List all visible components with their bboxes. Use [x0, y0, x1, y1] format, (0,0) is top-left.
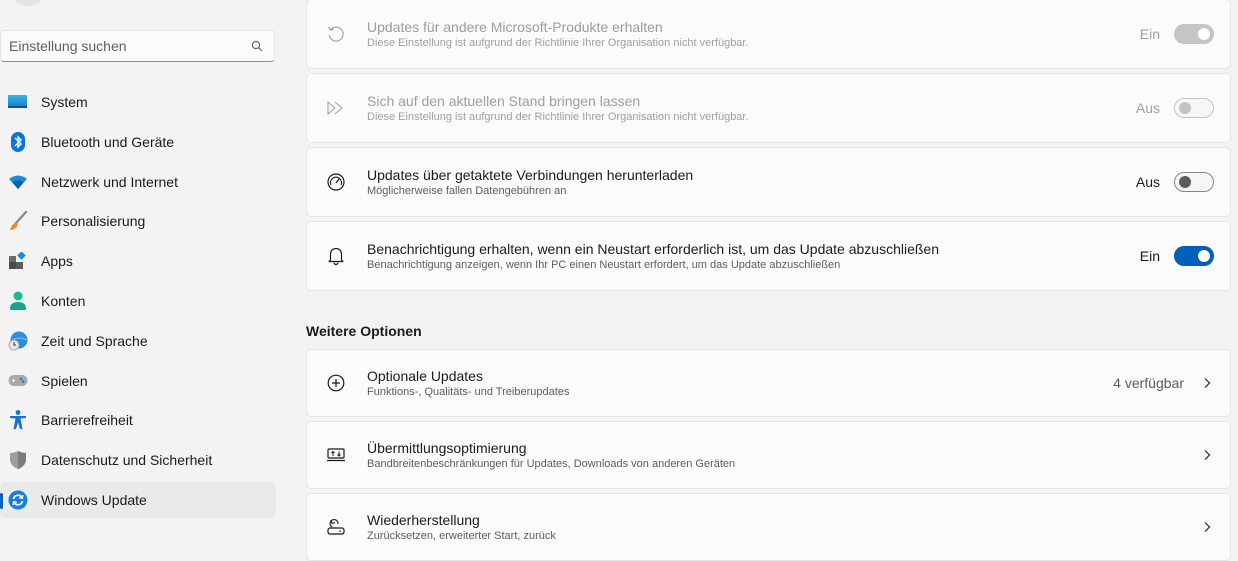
shield-icon — [8, 450, 28, 470]
chevron-right-icon — [1202, 376, 1212, 390]
toggle-knob — [1179, 176, 1191, 188]
get-up-to-date-toggle[interactable] — [1174, 98, 1214, 118]
sidebar: System Bluetooth und Geräte Netzwerk und… — [0, 0, 290, 561]
sidebar-item-label: Spielen — [41, 372, 88, 389]
sidebar-item-label: Apps — [41, 253, 73, 270]
setting-metered-connections: Updates über getaktete Verbindungen heru… — [306, 147, 1231, 217]
available-count-badge: 4 verfügbar — [1113, 375, 1184, 391]
setting-other-microsoft-products: Updates für andere Microsoft-Produkte er… — [306, 0, 1231, 69]
settings-search-input[interactable] — [9, 38, 250, 54]
search-icon[interactable] — [250, 39, 264, 53]
sidebar-item-label: Zeit und Sprache — [41, 332, 148, 349]
sidebar-item-label: Personalisierung — [41, 213, 146, 230]
sidebar-item-label: Windows Update — [41, 491, 147, 508]
option-subtitle: Funktions-, Qualitäts- und Treiberupdate… — [367, 386, 570, 398]
sidebar-item-label: Datenschutz und Sicherheit — [41, 452, 213, 469]
restart-notification-toggle[interactable] — [1174, 246, 1214, 266]
delivery-optimization-link[interactable]: Übermittlungsoptimierung Bandbreitenbesc… — [306, 421, 1231, 489]
sidebar-item-network[interactable]: Netzwerk und Internet — [0, 164, 276, 200]
sidebar-item-apps[interactable]: Apps — [0, 243, 276, 279]
fast-forward-icon — [326, 98, 346, 118]
option-subtitle: Bandbreitenbeschränkungen für Updates, D… — [367, 458, 736, 470]
option-title: Wiederherstellung — [367, 512, 480, 528]
bell-icon — [326, 246, 346, 266]
toggle-state-label: Aus — [1135, 100, 1160, 116]
sidebar-item-bluetooth[interactable]: Bluetooth und Geräte — [0, 124, 276, 160]
sidebar-item-windows-update[interactable]: Windows Update — [0, 481, 276, 518]
recovery-icon — [326, 517, 346, 537]
option-title: Optionale Updates — [367, 368, 483, 384]
sidebar-item-accessibility[interactable]: Barrierefreiheit — [0, 402, 276, 438]
gamepad-icon — [8, 371, 28, 391]
user-avatar[interactable] — [8, 0, 48, 6]
apps-icon — [8, 251, 28, 271]
account-icon — [8, 291, 28, 311]
setting-title: Benachrichtigung erhalten, wenn ein Neus… — [367, 241, 939, 257]
sidebar-item-gaming[interactable]: Spielen — [0, 363, 276, 399]
toggle-state-label: Aus — [1135, 174, 1160, 190]
plus-circle-icon — [326, 373, 346, 393]
setting-subtitle: Diese Einstellung ist aufgrund der Richt… — [367, 111, 749, 123]
toggle-knob — [1198, 250, 1210, 262]
sidebar-item-personalization[interactable]: Personalisierung — [0, 203, 276, 239]
sidebar-item-label: System — [41, 94, 88, 110]
wifi-icon — [8, 172, 28, 192]
setting-subtitle: Diese Einstellung ist aufgrund der Richt… — [367, 37, 749, 49]
history-icon — [326, 24, 346, 44]
speedometer-icon — [326, 172, 346, 192]
sidebar-nav: System Bluetooth und Geräte Netzwerk und… — [0, 84, 276, 522]
setting-title: Updates über getaktete Verbindungen heru… — [367, 167, 694, 183]
setting-get-up-to-date: Sich auf den aktuellen Stand bringen las… — [306, 73, 1231, 143]
windows-update-icon — [8, 490, 28, 510]
toggle-knob — [1179, 102, 1191, 114]
paintbrush-icon — [8, 211, 28, 231]
recovery-link[interactable]: Wiederherstellung Zurücksetzen, erweiter… — [306, 493, 1231, 561]
delivery-optimization-icon — [326, 445, 346, 465]
accessibility-icon — [8, 410, 28, 430]
globe-clock-icon — [8, 331, 28, 351]
sidebar-item-privacy-security[interactable]: Datenschutz und Sicherheit — [0, 442, 276, 478]
setting-restart-notification: Benachrichtigung erhalten, wenn ein Neus… — [306, 221, 1231, 291]
chevron-right-icon — [1202, 448, 1212, 462]
sidebar-item-time-language[interactable]: Zeit und Sprache — [0, 323, 276, 359]
sidebar-item-label: Bluetooth und Geräte — [41, 133, 175, 150]
other-products-toggle[interactable] — [1174, 24, 1214, 44]
setting-title: Updates für andere Microsoft-Produkte er… — [367, 19, 663, 35]
sidebar-item-system[interactable]: System — [0, 84, 276, 120]
sidebar-item-label: Barrierefreiheit — [41, 412, 133, 429]
sidebar-item-label: Netzwerk und Internet — [41, 173, 178, 190]
toggle-state-label: Ein — [1139, 248, 1160, 264]
setting-subtitle: Möglicherweise fallen Datengebühren an — [367, 185, 567, 197]
bluetooth-icon — [8, 131, 28, 152]
setting-subtitle: Benachrichtigung anzeigen, wenn Ihr PC e… — [367, 259, 841, 271]
option-title: Übermittlungsoptimierung — [367, 440, 527, 456]
system-monitor-icon — [8, 92, 28, 112]
sidebar-item-accounts[interactable]: Konten — [0, 283, 276, 319]
chevron-right-icon — [1202, 520, 1212, 534]
toggle-knob — [1198, 28, 1210, 40]
settings-search-box[interactable] — [0, 30, 275, 62]
optional-updates-link[interactable]: Optionale Updates Funktions-, Qualitäts-… — [306, 349, 1231, 417]
section-heading-more-options: Weitere Optionen — [306, 323, 422, 339]
setting-title: Sich auf den aktuellen Stand bringen las… — [367, 93, 641, 109]
option-subtitle: Zurücksetzen, erweiterter Start, zurück — [367, 530, 556, 542]
sidebar-item-label: Konten — [41, 292, 86, 309]
toggle-state-label: Ein — [1139, 26, 1160, 42]
metered-connections-toggle[interactable] — [1174, 172, 1214, 192]
